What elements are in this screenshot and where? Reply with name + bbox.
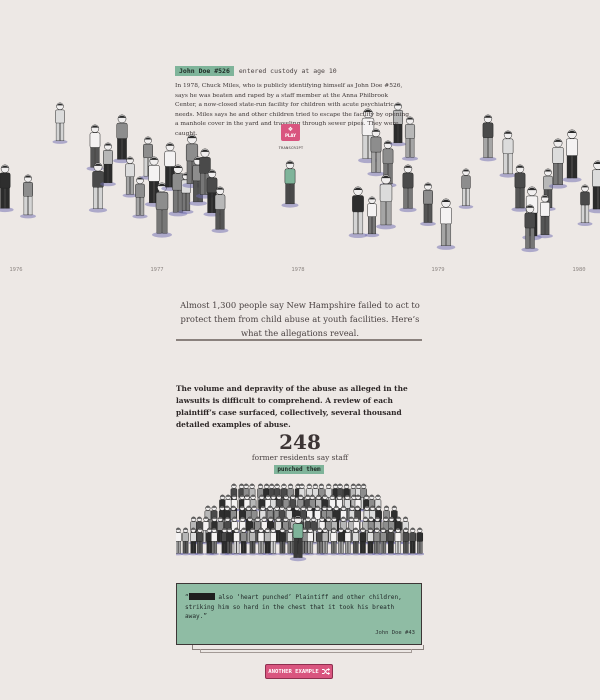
person-figure bbox=[588, 160, 600, 214]
person-name-tag: John Doe #526 bbox=[175, 66, 234, 76]
timeline-year-1978: 1978 bbox=[291, 267, 305, 273]
quote-text: also ‘heart punched’ Plaintiff and other… bbox=[185, 594, 402, 621]
person-figure bbox=[400, 527, 411, 556]
another-example-label: ANOTHER EXAMPLE bbox=[268, 668, 319, 675]
person-figure bbox=[52, 102, 68, 144]
section-divider bbox=[176, 339, 422, 341]
quote-card: “ also ‘heart punched’ Plaintiff and oth… bbox=[176, 583, 422, 645]
person-figure bbox=[20, 174, 36, 219]
timeline-year-1980: 1980 bbox=[572, 267, 586, 273]
person-figure bbox=[458, 168, 474, 209]
person-figure bbox=[180, 527, 191, 556]
transcript-link[interactable]: TRANSCRIPT bbox=[275, 145, 307, 150]
person-figure bbox=[399, 164, 417, 213]
another-example-button[interactable]: ANOTHER EXAMPLE bbox=[265, 664, 333, 679]
timeline-year-1976: 1976 bbox=[9, 267, 23, 273]
person-figure bbox=[420, 182, 436, 226]
stat-label: former residents say staff bbox=[251, 453, 349, 462]
stat-crowd-illustration bbox=[176, 483, 424, 562]
person-figure bbox=[132, 176, 148, 219]
person-figure bbox=[176, 527, 184, 556]
person-figure bbox=[436, 198, 456, 250]
person-figure bbox=[562, 129, 582, 183]
person-figure bbox=[407, 527, 418, 556]
shuffle-icon bbox=[321, 668, 330, 675]
stat-number: 248 bbox=[279, 430, 321, 454]
person-figure bbox=[414, 527, 424, 556]
person-figure bbox=[376, 174, 396, 230]
intro-text: Almost 1,300 people say New Hampshire fa… bbox=[180, 300, 420, 339]
person-figure bbox=[479, 114, 497, 162]
play-audio-button[interactable]: ❖ PLAY bbox=[281, 124, 300, 141]
play-label: PLAY bbox=[284, 133, 297, 138]
entered-custody-text: entered custody at age 10 bbox=[238, 67, 337, 75]
person-figure bbox=[113, 114, 131, 164]
person-figure bbox=[364, 196, 380, 238]
timeline-year-1977: 1977 bbox=[150, 267, 164, 273]
person-figure bbox=[499, 130, 517, 178]
lead-paragraph: The volume and depravity of the abuse as… bbox=[176, 384, 408, 430]
person-figure bbox=[577, 184, 593, 226]
highlighted-person-figure bbox=[281, 160, 299, 208]
person-figure bbox=[348, 186, 368, 238]
person-figure bbox=[0, 164, 14, 213]
redacted-name bbox=[188, 593, 215, 600]
card-stack-edge bbox=[200, 649, 412, 653]
timeline-year-1979: 1979 bbox=[431, 267, 445, 273]
audio-wave-icon: ❖ bbox=[287, 126, 294, 133]
stat-tag: punched them bbox=[274, 465, 324, 474]
quote-attribution: John Doe #43 bbox=[375, 630, 415, 637]
